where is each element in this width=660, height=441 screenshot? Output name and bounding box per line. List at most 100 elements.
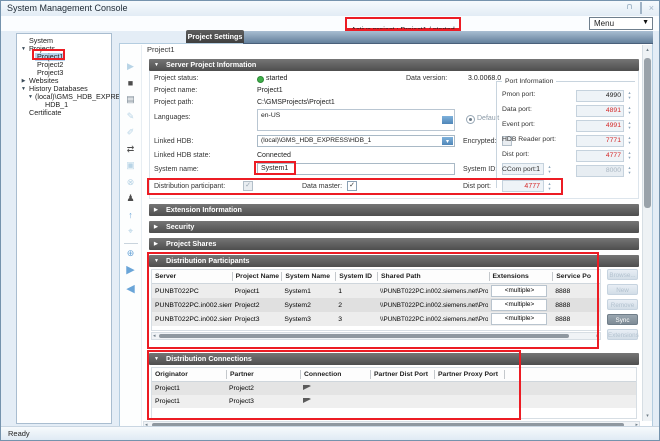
distribution-connections-header[interactable]: ▼Distribution Connections [149,353,639,365]
expander-icon[interactable] [20,37,27,45]
user-account-icon[interactable]: ♟ [122,191,140,208]
project-path-label: Project path: [154,99,193,106]
linked-hdb-combo[interactable]: (local)\GMS_HDB_EXPRESS\HDB_1 [257,135,455,147]
scroll-left-icon[interactable]: ◂ [153,333,156,339]
stop-project-icon[interactable]: ■ [122,76,140,93]
edit-project-icon[interactable]: ✎ [122,109,140,126]
tree-item-projects[interactable]: ▼Projects [17,45,111,53]
spinner-icon[interactable] [626,105,633,115]
distribution-participants-table: Server Project Name System Name System I… [151,269,601,331]
extensions-cell[interactable]: <multiple> [491,313,547,325]
spinner-icon[interactable] [626,90,633,100]
expander-icon[interactable] [28,53,35,61]
chevron-down-icon: ▼ [642,19,649,26]
spinner-icon[interactable] [626,150,633,160]
ccom-port-input[interactable]: 8000 [576,165,624,177]
browse-button[interactable]: Browse... [607,269,638,280]
languages-value[interactable]: en-US [261,112,280,119]
table-row[interactable]: Project1 Project2 [152,382,636,395]
menu-dropdown-label: Menu [594,19,614,28]
tree-item-certificate[interactable]: Certificate [17,109,111,117]
distribution-participant-checkbox[interactable]: ✓ [243,181,253,191]
system-name-value: System1 [261,165,288,172]
collapse-arrow-icon: ▼ [154,59,162,71]
active-project-banner: Active project : Project1 / started [345,17,461,30]
sync-button[interactable]: Sync [607,314,638,325]
encrypted-label: Encrypted: [463,138,496,145]
server-project-information-body: Project status: started Data version: 3.… [149,71,639,199]
data-master-checkbox[interactable]: ✓ [347,181,357,191]
data-master-label: Data master: [302,183,342,190]
spinner-icon[interactable] [626,165,633,175]
distribution-connections-table: Originator Partner Connection Partner Di… [151,367,637,419]
scrollbar-thumb[interactable] [159,334,569,338]
security-header[interactable]: ▶Security [149,221,639,233]
cancel-icon[interactable]: ⊗ [122,175,140,192]
maximize-icon[interactable] [640,3,642,13]
extensions-cell[interactable]: <multiple> [491,285,547,297]
new-button[interactable]: New [607,284,638,295]
event-port-input[interactable]: 4991 [576,120,624,132]
save-icon[interactable]: ▣ [122,158,140,175]
spinner-icon[interactable] [626,135,633,145]
link-hdb-icon[interactable]: ⇄ [122,142,140,159]
table-row[interactable]: PUNBT022PC.in002.sieme Project3 System3 … [152,312,600,326]
status-text: Ready [8,429,30,438]
expander-icon[interactable]: ▼ [20,45,27,53]
languages-label: Languages: [154,114,191,121]
extensions-button[interactable]: Extensions [607,329,638,340]
system-id-label: System ID: [463,166,497,173]
main-vertical-scrollbar[interactable]: ▴ ▾ [642,45,652,421]
forward-icon[interactable]: ▶ [122,262,140,281]
table-row[interactable]: Project1 Project3 [152,395,636,408]
pin-icon[interactable]: ⌖ [122,224,140,241]
expander-icon[interactable] [28,61,35,69]
server-project-information-header[interactable]: ▼Server Project Information [149,59,639,71]
project-name-label: Project name: [154,87,197,94]
languages-listbox[interactable]: en-US [257,109,455,131]
expander-icon[interactable]: ▼ [20,85,27,93]
project-shares-header[interactable]: ▶Project Shares [149,238,639,250]
expand-arrow-icon: ▶ [154,238,162,250]
expander-icon[interactable] [20,109,27,117]
back-icon[interactable]: ◀ [122,281,140,300]
tab-project-settings[interactable]: Project Settings [186,30,244,43]
project-status-value: started [266,75,287,82]
scroll-up-icon[interactable]: ▴ [643,47,652,53]
data-port-input[interactable]: 4891 [576,105,624,117]
add-distribution-icon[interactable]: ⊕ [122,246,140,263]
pmon-port-input[interactable]: 4990 [576,90,624,102]
scroll-right-icon[interactable]: ▸ [596,333,599,339]
participants-header-row: Server Project Name System Name System I… [152,270,600,284]
expand-arrow-icon: ▶ [154,221,162,233]
spinner-icon[interactable] [626,120,633,130]
page-title: Project1 [147,45,175,54]
checkmark-icon: ✓ [349,182,355,189]
restore-project-icon[interactable]: ▤ [122,92,140,109]
tree-item-project1[interactable]: Project1 [17,53,111,61]
start-project-icon[interactable]: ▶ [122,59,140,76]
dist-port-group-input[interactable]: 4777 [576,150,624,162]
distribution-participants-header[interactable]: ▼Distribution Participants [149,255,639,267]
dropdown-arrow-icon[interactable] [442,116,453,124]
table-row[interactable]: PUNBT022PC.in002.sieme Project2 System2 … [152,298,600,312]
close-icon[interactable]: × [649,3,654,13]
scrollbar-thumb[interactable] [644,58,651,208]
port-information-group: Port Information Pmon port: 4990 Data po… [496,81,635,188]
system-name-input[interactable]: System1 [257,163,455,175]
upgrade-project-icon[interactable]: ↑ [122,208,140,225]
table-row[interactable]: PUNBT022PC Project1 System1 1 \\PUNBT022… [152,284,600,298]
default-language-radio[interactable] [466,115,475,124]
dropdown-arrow-icon[interactable] [442,137,453,145]
extension-information-header[interactable]: ▶Extension Information [149,204,639,216]
modify-project-icon[interactable]: ✐ [122,125,140,142]
hdb-reader-port-input[interactable]: 7771 [576,135,624,147]
expander-icon[interactable]: ▶ [20,77,27,85]
participants-horizontal-scrollbar[interactable]: ◂ ▸ [151,332,601,340]
tree-item-project2[interactable]: Project2 [17,61,111,69]
scroll-down-icon[interactable]: ▾ [643,413,652,419]
remove-button[interactable]: Remove [607,299,638,310]
menu-dropdown[interactable]: Menu ▼ [589,17,653,30]
linked-hdb-value: (local)\GMS_HDB_EXPRESS\HDB_1 [261,137,371,144]
extensions-cell[interactable]: <multiple> [491,299,547,311]
